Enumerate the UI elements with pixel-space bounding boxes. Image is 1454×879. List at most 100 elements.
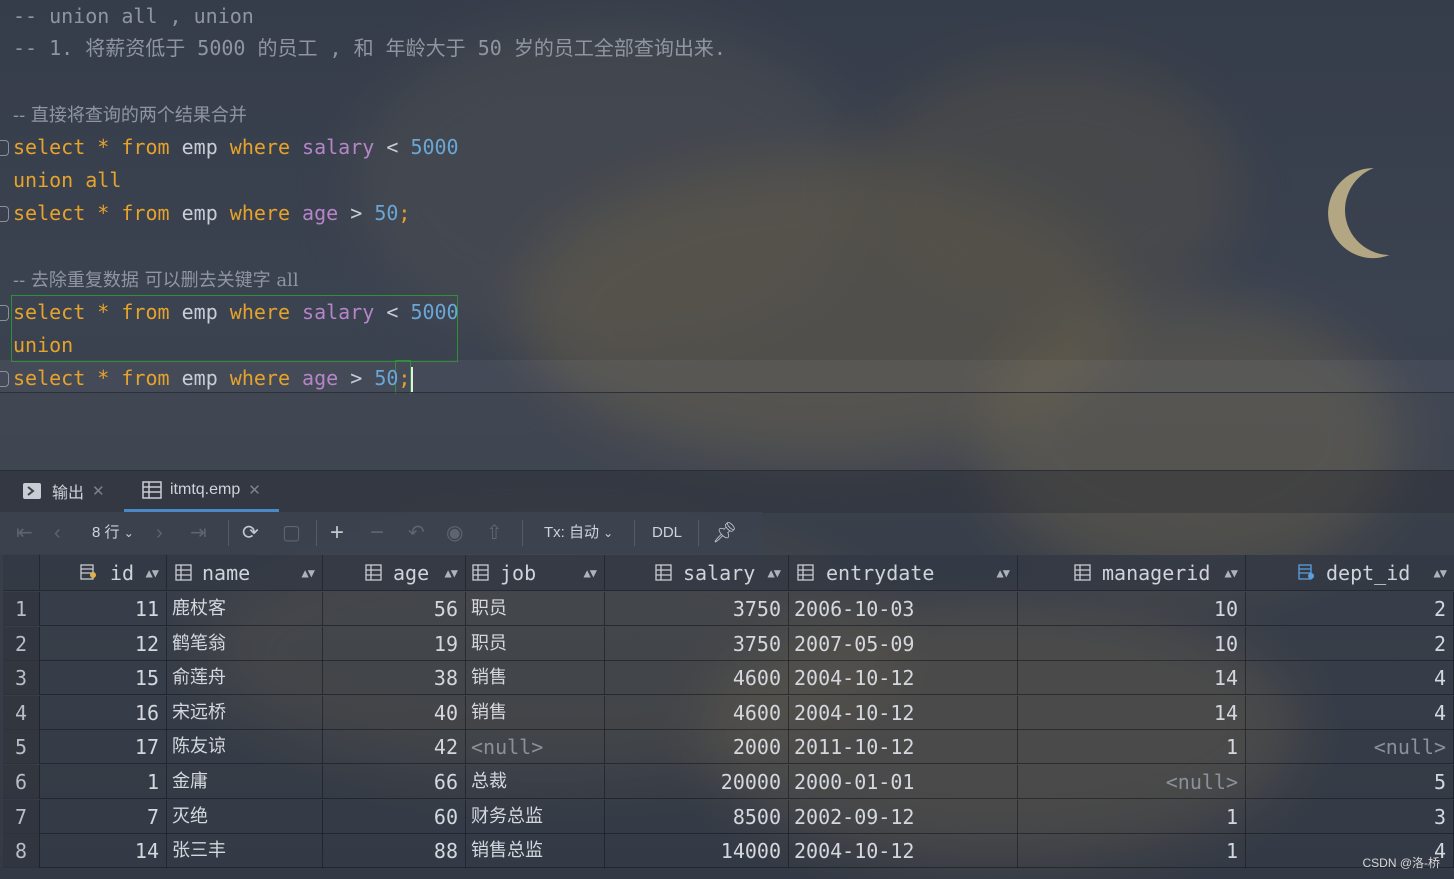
column-header-job[interactable]: job ▲▼ — [466, 555, 605, 591]
cell-age[interactable]: 40 — [323, 695, 466, 730]
close-tab-icon[interactable]: ✕ — [92, 482, 105, 500]
table-row[interactable]: 4 16 宋远桥 40 销售 4600 2004-10-12 14 4 — [3, 695, 1454, 730]
code-line-7[interactable]: select * from emp where age > 50; — [13, 197, 410, 230]
cell-managerid[interactable]: 10 — [1018, 626, 1246, 661]
revert-icon[interactable]: ↶ — [408, 512, 425, 554]
tab-itmtq-emp[interactable]: itmtq.emp ✕ — [124, 471, 279, 512]
sort-icon[interactable]: ▲▼ — [768, 555, 781, 591]
table-row[interactable]: 5 17 陈友谅 42 <null> 2000 2011-10-12 1 <null> — [3, 730, 1454, 765]
cell-job[interactable]: 职员 — [466, 592, 605, 626]
fold-marker-icon[interactable] — [0, 206, 9, 222]
sort-icon[interactable]: ▲▼ — [1434, 555, 1447, 591]
table-row[interactable]: 2 12 鹤笔翁 19 职员 3750 2007-05-09 10 2 — [3, 626, 1454, 661]
cell-name[interactable]: 张三丰 — [167, 834, 323, 869]
cell-entrydate[interactable]: 2011-10-12 — [789, 730, 1018, 765]
cell-job[interactable]: 总裁 — [466, 765, 605, 799]
cell-dept-id[interactable]: 5 — [1246, 765, 1454, 799]
fold-marker-icon[interactable] — [0, 305, 9, 321]
cell-managerid[interactable]: <null> — [1018, 765, 1246, 799]
cell-salary[interactable]: 4600 — [605, 661, 789, 696]
cell-id[interactable]: 14 — [40, 834, 167, 869]
cell-salary[interactable]: 20000 — [605, 765, 789, 799]
cell-age[interactable]: 88 — [323, 834, 466, 869]
column-header-managerid[interactable]: managerid ▲▼ — [1018, 555, 1246, 591]
code-line-5[interactable]: select * from emp where salary < 5000 — [13, 131, 459, 164]
code-line-1[interactable]: -- union all , union — [13, 0, 254, 33]
code-line-2[interactable]: -- 1. 将薪资低于 5000 的员工 , 和 年龄大于 50 岁的员工全部查… — [13, 32, 726, 65]
sort-icon[interactable]: ▲▼ — [1225, 555, 1238, 591]
cell-name[interactable]: 鹿杖客 — [167, 592, 323, 626]
cell-id[interactable]: 16 — [40, 695, 167, 730]
table-row[interactable]: 6 1 金庸 66 总裁 20000 2000-01-01 <null> 5 — [3, 765, 1454, 799]
cell-salary[interactable]: 8500 — [605, 799, 789, 834]
cell-job[interactable]: 销售总监 — [466, 834, 605, 869]
cell-managerid[interactable]: 1 — [1018, 834, 1246, 869]
code-line-12[interactable]: select * from emp where age > 50; — [13, 362, 414, 395]
cell-job[interactable]: 财务总监 — [466, 799, 605, 834]
view-icon[interactable]: ◉ — [446, 512, 463, 554]
cell-job[interactable]: 销售 — [466, 695, 605, 730]
add-row-icon[interactable]: + — [330, 512, 344, 554]
cell-managerid[interactable]: 1 — [1018, 799, 1246, 834]
cell-job[interactable]: <null> — [466, 730, 605, 765]
cell-dept-id[interactable]: 3 — [1246, 799, 1454, 834]
cell-salary[interactable]: 2000 — [605, 730, 789, 765]
row-count-dropdown[interactable]: 8 行 ⌄ — [92, 512, 134, 554]
cell-salary[interactable]: 3750 — [605, 592, 789, 626]
fold-marker-icon[interactable] — [0, 140, 9, 156]
first-page-icon[interactable]: ⇤ — [16, 512, 33, 554]
cell-dept-id[interactable]: 2 — [1246, 626, 1454, 661]
transaction-mode-dropdown[interactable]: Tx: 自动 ⌄ — [544, 512, 613, 554]
code-line-4[interactable]: -- 直接将查询的两个结果合并 — [13, 98, 247, 131]
ddl-button[interactable]: DDL — [652, 512, 682, 554]
column-header-entrydate[interactable]: entrydate ▲▼ — [789, 555, 1018, 591]
cell-dept-id[interactable]: <null> — [1246, 730, 1454, 765]
refresh-icon[interactable]: ⟳ — [242, 512, 259, 554]
cell-id[interactable]: 7 — [40, 799, 167, 834]
code-line-10[interactable]: select * from emp where salary < 5000 — [13, 296, 459, 329]
cell-managerid[interactable]: 14 — [1018, 661, 1246, 696]
column-header-salary[interactable]: salary ▲▼ — [605, 555, 789, 591]
cell-dept-id[interactable]: 4 — [1246, 695, 1454, 730]
cell-name[interactable]: 宋远桥 — [167, 695, 323, 730]
cell-age[interactable]: 56 — [323, 592, 466, 626]
cell-age[interactable]: 38 — [323, 661, 466, 696]
cell-name[interactable]: 鹤笔翁 — [167, 626, 323, 661]
cell-job[interactable]: 销售 — [466, 661, 605, 696]
cell-managerid[interactable]: 14 — [1018, 695, 1246, 730]
cell-name[interactable]: 俞莲舟 — [167, 661, 323, 696]
cell-age[interactable]: 19 — [323, 626, 466, 661]
close-tab-icon[interactable]: ✕ — [248, 481, 261, 499]
sort-icon[interactable]: ▲▼ — [146, 555, 159, 591]
cell-entrydate[interactable]: 2006-10-03 — [789, 592, 1018, 626]
cell-salary[interactable]: 4600 — [605, 695, 789, 730]
submit-icon[interactable]: ⇧ — [486, 512, 503, 554]
cell-id[interactable]: 15 — [40, 661, 167, 696]
last-page-icon[interactable]: ⇥ — [190, 512, 207, 554]
table-row[interactable]: 1 11 鹿杖客 56 职员 3750 2006-10-03 10 2 — [3, 592, 1454, 626]
cell-entrydate[interactable]: 2004-10-12 — [789, 834, 1018, 869]
tab-output[interactable]: 输出 ✕ — [22, 471, 105, 511]
cell-managerid[interactable]: 10 — [1018, 592, 1246, 626]
cell-entrydate[interactable]: 2007-05-09 — [789, 626, 1018, 661]
column-header-id[interactable]: id ▲▼ — [40, 555, 167, 591]
sort-icon[interactable]: ▲▼ — [445, 555, 458, 591]
pin-icon[interactable]: 📌︎ — [712, 512, 737, 554]
next-page-icon[interactable]: › — [156, 512, 163, 554]
code-line-9[interactable]: -- 去除重复数据 可以删去关键字 all — [13, 263, 299, 296]
stop-icon[interactable]: ▢ — [282, 512, 301, 554]
cell-job[interactable]: 职员 — [466, 626, 605, 661]
cell-entrydate[interactable]: 2000-01-01 — [789, 765, 1018, 799]
cell-dept-id[interactable]: 2 — [1246, 592, 1454, 626]
fold-marker-icon[interactable] — [0, 371, 9, 387]
cell-name[interactable]: 金庸 — [167, 765, 323, 799]
cell-age[interactable]: 66 — [323, 765, 466, 799]
cell-salary[interactable]: 3750 — [605, 626, 789, 661]
column-header-age[interactable]: age ▲▼ — [323, 555, 466, 591]
cell-age[interactable]: 42 — [323, 730, 466, 765]
sort-icon[interactable]: ▲▼ — [997, 555, 1010, 591]
cell-managerid[interactable]: 1 — [1018, 730, 1246, 765]
cell-dept-id[interactable]: 4 — [1246, 661, 1454, 696]
sort-icon[interactable]: ▲▼ — [302, 555, 315, 591]
cell-entrydate[interactable]: 2004-10-12 — [789, 661, 1018, 696]
